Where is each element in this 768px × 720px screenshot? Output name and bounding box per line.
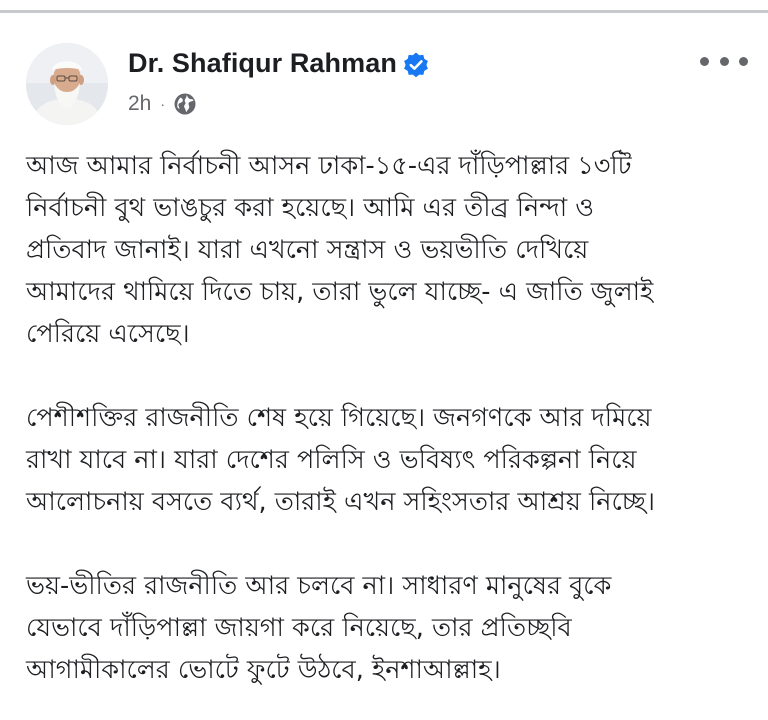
post-paragraph: আজ আমার নির্বাচনী আসন ঢাকা-১৫-এর দাঁড়িপ… bbox=[26, 151, 654, 349]
post-header: Dr. Shafiqur Rahman 2h · bbox=[0, 13, 768, 133]
post-timestamp[interactable]: 2h bbox=[128, 92, 151, 116]
more-options-icon bbox=[700, 56, 709, 66]
globe-icon bbox=[174, 93, 196, 115]
more-options-icon bbox=[719, 56, 729, 66]
more-options-button[interactable] bbox=[700, 49, 748, 73]
post-paragraph: ভয়-ভীতির রাজনীতি আর চলবে না। সাধারণ মান… bbox=[26, 571, 612, 685]
more-options-icon bbox=[739, 56, 748, 66]
post-body: আজ আমার নির্বাচনী আসন ঢাকা-১৫-এর দাঁড়িপ… bbox=[26, 145, 752, 691]
post-meta: 2h · bbox=[128, 91, 197, 117]
top-divider bbox=[0, 0, 768, 13]
author-name[interactable]: Dr. Shafiqur Rahman bbox=[128, 48, 397, 79]
verified-badge-icon bbox=[404, 52, 428, 78]
post-paragraph: পেশীশক্তির রাজনীতি শেষ হয়ে গিয়েছে। জনগ… bbox=[26, 403, 655, 517]
avatar[interactable] bbox=[26, 43, 108, 125]
avatar-image bbox=[26, 43, 108, 125]
meta-separator: · bbox=[160, 96, 166, 112]
